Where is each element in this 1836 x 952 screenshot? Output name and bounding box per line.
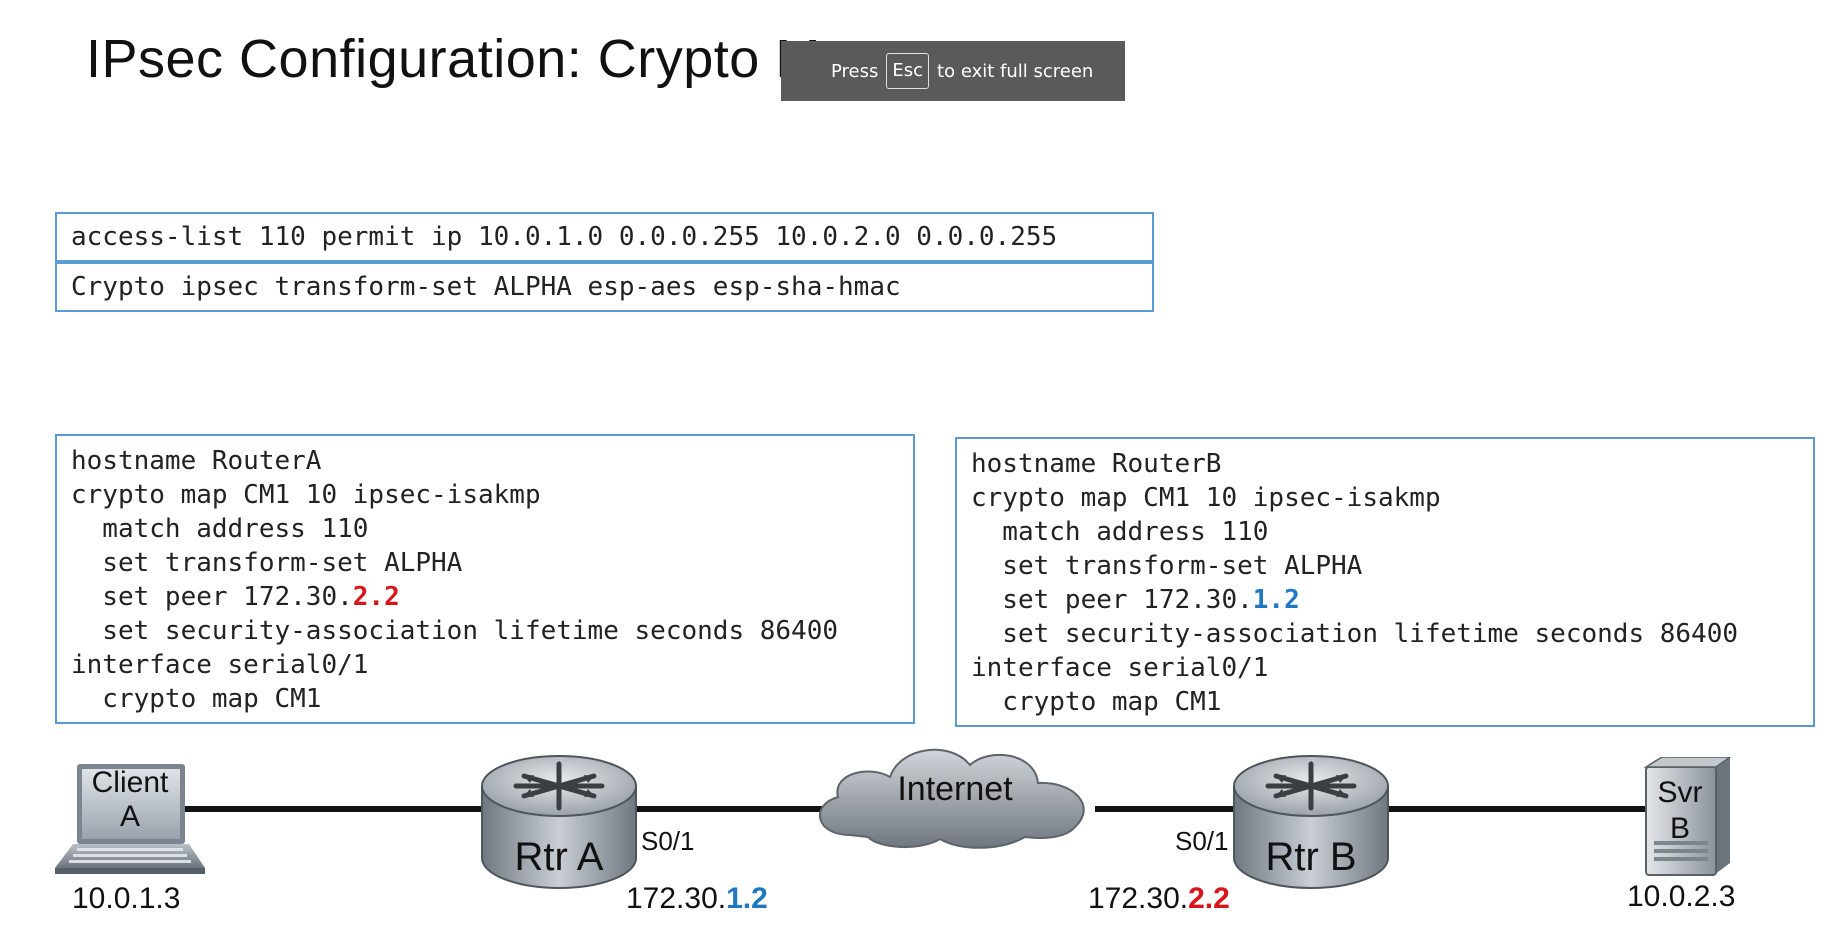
router-a-ip-suffix: 1.2	[726, 882, 768, 915]
router-b-interface: S0/1	[1175, 826, 1229, 856]
acl-config-box: access-list 110 permit ip 10.0.1.0 0.0.0…	[55, 212, 1154, 262]
router-b-lifetime-line: set security-association lifetime second…	[971, 619, 1739, 649]
router-b-name: Rtr B	[1265, 835, 1357, 879]
notice-press-text: Press	[831, 60, 879, 82]
transform-set-line: Crypto ipsec transform-set ALPHA esp-aes…	[71, 272, 901, 302]
router-b-interface-line: interface serial0/1	[971, 653, 1269, 683]
router-a-interface: S0/1	[641, 826, 695, 856]
internet-label: Internet	[897, 770, 1013, 808]
router-a-peer-prefix: set peer 172.30.	[71, 582, 353, 612]
fullscreen-exit-notice: Press Esc to exit full screen	[781, 41, 1125, 101]
router-b-peer-line: set peer 172.30.1.2	[971, 583, 1799, 617]
notice-suffix-text: to exit full screen	[937, 60, 1094, 82]
server-label-line1: Svr	[1657, 776, 1703, 809]
router-b-ip-suffix: 2.2	[1188, 882, 1230, 915]
router-b-peer-prefix: set peer 172.30.	[971, 585, 1253, 615]
router-a-ip: 172.30.1.2	[626, 882, 768, 916]
server-ip: 10.0.2.3	[1627, 880, 1736, 913]
transform-set-config-box: Crypto ipsec transform-set ALPHA esp-aes…	[55, 262, 1154, 312]
router-a-config-box: hostname RouterA crypto map CM1 10 ipsec…	[55, 434, 915, 724]
client-label-line1: Client	[91, 766, 169, 799]
router-a-peer-line: set peer 172.30.2.2	[71, 580, 899, 614]
router-b-ip: 172.30.2.2	[1088, 882, 1230, 916]
link-rtr-a-internet	[630, 806, 825, 812]
esc-key-badge: Esc	[886, 53, 930, 89]
router-a-apply-line: crypto map CM1	[71, 684, 322, 714]
link-internet-rtr-b	[1095, 806, 1245, 812]
router-a-crypto-map-line: crypto map CM1 10 ipsec-isakmp	[71, 480, 541, 510]
router-b-match-line: match address 110	[971, 517, 1269, 547]
server-label-line2: B	[1669, 812, 1690, 845]
router-b-crypto-map-line: crypto map CM1 10 ipsec-isakmp	[971, 483, 1441, 513]
router-a-lifetime-line: set security-association lifetime second…	[71, 616, 839, 646]
router-a-peer-suffix: 2.2	[352, 582, 400, 612]
router-a-ip-prefix: 172.30.	[626, 882, 727, 915]
router-b-config-box: hostname RouterB crypto map CM1 10 ipsec…	[955, 437, 1815, 727]
router-b-peer-suffix: 1.2	[1252, 585, 1300, 615]
client-label-line2: A	[119, 800, 140, 833]
link-rtr-b-server	[1385, 806, 1655, 812]
server-label: Svr B	[1640, 775, 1720, 847]
router-b-hostname-line: hostname RouterB	[971, 449, 1222, 479]
router-a-interface-line: interface serial0/1	[71, 650, 369, 680]
router-b-apply-line: crypto map CM1	[971, 687, 1222, 717]
router-a-transform-line: set transform-set ALPHA	[71, 548, 463, 578]
acl-line: access-list 110 permit ip 10.0.1.0 0.0.0…	[71, 222, 1058, 252]
router-a-name: Rtr A	[514, 835, 604, 879]
client-label: Client A	[55, 766, 205, 834]
client-ip: 10.0.1.3	[72, 882, 181, 915]
router-b-ip-prefix: 172.30.	[1088, 882, 1189, 915]
link-client-rtr-a	[185, 806, 495, 812]
router-a-hostname-line: hostname RouterA	[71, 446, 322, 476]
router-a-match-line: match address 110	[71, 514, 369, 544]
router-b-transform-line: set transform-set ALPHA	[971, 551, 1363, 581]
